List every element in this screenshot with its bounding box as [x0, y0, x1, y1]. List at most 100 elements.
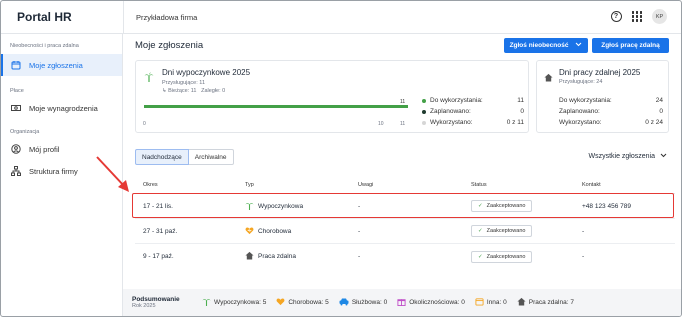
- vacation-entitled: Przysługujące: 11: [162, 80, 206, 86]
- row-status: ✓ Zaakceptowano: [471, 225, 582, 237]
- check-icon: ✓: [478, 253, 483, 260]
- avatar[interactable]: KP: [652, 9, 667, 24]
- status-label: Zaakceptowano: [486, 228, 526, 234]
- tab-archived[interactable]: Archiwalne: [188, 149, 234, 165]
- summary-year: Rok 2025: [132, 303, 156, 309]
- summary-item-label: Okolicznościowa: 0: [409, 299, 465, 306]
- check-icon: ✓: [478, 228, 483, 234]
- summary-item: Chorobowa: 5: [276, 297, 329, 308]
- stat-row: Do wykorzystania: 11: [422, 95, 524, 106]
- summary-item-label: Inna: 0: [486, 299, 507, 306]
- stat-label: Do wykorzystania:: [430, 97, 483, 104]
- remote-card-title: Dni pracy zdalnej 2025: [559, 68, 641, 77]
- column-header: Status: [471, 182, 487, 188]
- stat-value: 24: [655, 97, 663, 104]
- vacation-progress-fill: [144, 105, 408, 108]
- report-absence-label: Zgłoś nieobecność: [509, 42, 569, 49]
- vacation-overdue: Zaległe: 0: [201, 88, 226, 94]
- summary-title: Podsumowanie: [132, 296, 180, 303]
- summary-item-label: Wypoczynkowa: 5: [214, 299, 267, 306]
- row-status: ✓ Zaakceptowano: [471, 250, 582, 263]
- row-notes: -: [358, 227, 361, 235]
- summary-item: Okolicznościowa: 0: [397, 297, 465, 308]
- home-icon: [517, 297, 526, 308]
- row-period: 27 - 31 paź.: [143, 227, 178, 235]
- stat-row: Wykorzystano: 0 z 11: [422, 117, 524, 128]
- tab-upcoming[interactable]: Nadchodzące: [135, 149, 189, 165]
- table-row[interactable]: 17 - 21 lis. Wypoczynkowa - ✓ Zaakceptowa…: [135, 194, 675, 219]
- sidebar-item-label: Mój profil: [29, 144, 60, 154]
- company-name: Przykładowa firma: [123, 1, 197, 34]
- stat-value: 11: [517, 97, 524, 104]
- gift-icon: [397, 297, 406, 308]
- summary-heading: Podsumowanie Rok 2025: [132, 296, 192, 309]
- remote-entitled: Przysługujące: 24: [559, 79, 603, 85]
- row-contact: -: [582, 227, 585, 235]
- row-notes: -: [358, 253, 361, 260]
- row-type-label: Wypoczynkowa: [258, 202, 304, 210]
- column-header: Typ: [245, 182, 254, 188]
- row-contact: +48 123 456 789: [582, 202, 631, 210]
- stat-value: 0: [520, 108, 524, 115]
- summary-item: Praca zdalna: 7: [517, 297, 574, 308]
- palm-icon: [144, 69, 154, 87]
- stat-label: Zaplanowano:: [559, 108, 600, 115]
- legend-dot-icon: [422, 98, 426, 103]
- stat-row: Zaplanowano: 0: [422, 106, 524, 117]
- column-header: Okres: [143, 182, 158, 188]
- stat-label: Wykorzystano:: [559, 119, 602, 126]
- sidebar-section-title: Nieobecności i praca zdalna: [10, 43, 79, 49]
- app-window: Portal HR Przykładowa firma ? KP Nieobec…: [0, 0, 682, 317]
- status-label: Zaakceptowano: [486, 253, 526, 260]
- summary-item: Wypoczynkowa: 5: [202, 297, 266, 308]
- page-title: Moje zgłoszenia: [135, 40, 204, 51]
- remote-stats: Do wykorzystania: 24 Zaplanowano: 0 Wykorz…: [559, 95, 663, 128]
- main-content: Moje zgłoszenia Zgłoś nieobecność Zgłoś …: [123, 34, 681, 316]
- vacation-breakdown: ↳ Bieżące: 11 Zaległe: 0: [162, 88, 226, 94]
- report-remote-work-button[interactable]: Zgłoś pracę zdalną: [592, 38, 669, 53]
- palm-icon: [202, 297, 211, 308]
- stat-label: Do wykorzystania:: [559, 97, 612, 104]
- row-period: 9 - 17 paź.: [143, 253, 174, 260]
- vacation-current: Bieżące: 11: [168, 88, 197, 94]
- row-notes: -: [358, 202, 361, 210]
- app-title: Portal HR: [17, 10, 72, 24]
- vacation-stats: Do wykorzystania: 11 Zaplanowano: 0 Wyko…: [422, 95, 524, 128]
- check-icon: ✓: [478, 203, 483, 209]
- row-type: Chorobowa: [245, 226, 358, 237]
- sidebar-section-title: Płace: [10, 88, 24, 94]
- table-row[interactable]: 27 - 31 paź. Chorobowa - ✓ Zaakceptowano …: [135, 219, 675, 244]
- sidebar-item-label: Struktura firmy: [29, 166, 78, 176]
- sidebar-item-salaries[interactable]: Moje wynagrodzenia: [1, 97, 122, 119]
- summary-item-label: Praca zdalna: 7: [528, 299, 574, 306]
- help-icon[interactable]: ?: [610, 11, 622, 22]
- axis-tick: 0: [143, 121, 146, 127]
- legend-dot-icon: [422, 109, 426, 114]
- apps-grid-icon[interactable]: [631, 11, 642, 22]
- requests-tabs: Nadchodzące Archiwalne: [135, 149, 234, 165]
- heart-icon: [245, 226, 254, 237]
- table-row[interactable]: 9 - 17 paź. Praca zdalna - ✓ Zaakceptowan…: [135, 244, 675, 269]
- stat-row: Zaplanowano: 0: [559, 106, 663, 117]
- requests-filter-dropdown[interactable]: Wszystkie zgłoszenia: [588, 153, 667, 160]
- heart-icon: [276, 297, 285, 308]
- column-header: Uwagi: [358, 182, 374, 188]
- report-absence-button[interactable]: Zgłoś nieobecność: [504, 38, 588, 53]
- filter-label: Wszystkie zgłoszenia: [588, 153, 655, 160]
- sidebar-item-my-requests[interactable]: Moje zgłoszenia: [1, 54, 122, 76]
- table-header: Okres Typ Uwagi Status Kontakt: [135, 177, 675, 194]
- status-badge: ✓ Zaakceptowano: [471, 225, 533, 237]
- annotation-arrow-icon: [96, 156, 129, 192]
- requests-table: Okres Typ Uwagi Status Kontakt 17 - 21 l…: [135, 177, 675, 269]
- summary-bar: Podsumowanie Rok 2025 Wypoczynkowa: 5 Ch…: [123, 289, 681, 316]
- row-type: Praca zdalna: [245, 251, 358, 262]
- stat-value: 0 z 24: [645, 119, 663, 126]
- summary-item-label: Chorobowa: 5: [288, 299, 329, 306]
- calendar-icon: [475, 297, 484, 308]
- palm-icon: [245, 201, 254, 212]
- home-icon: [245, 251, 254, 262]
- stat-row: Do wykorzystania: 24: [559, 95, 663, 106]
- status-label: Zaakceptowano: [486, 203, 526, 209]
- remote-work-card: Dni pracy zdalnej 2025 Przysługujące: 24…: [536, 60, 669, 133]
- org-chart-icon: [10, 166, 21, 177]
